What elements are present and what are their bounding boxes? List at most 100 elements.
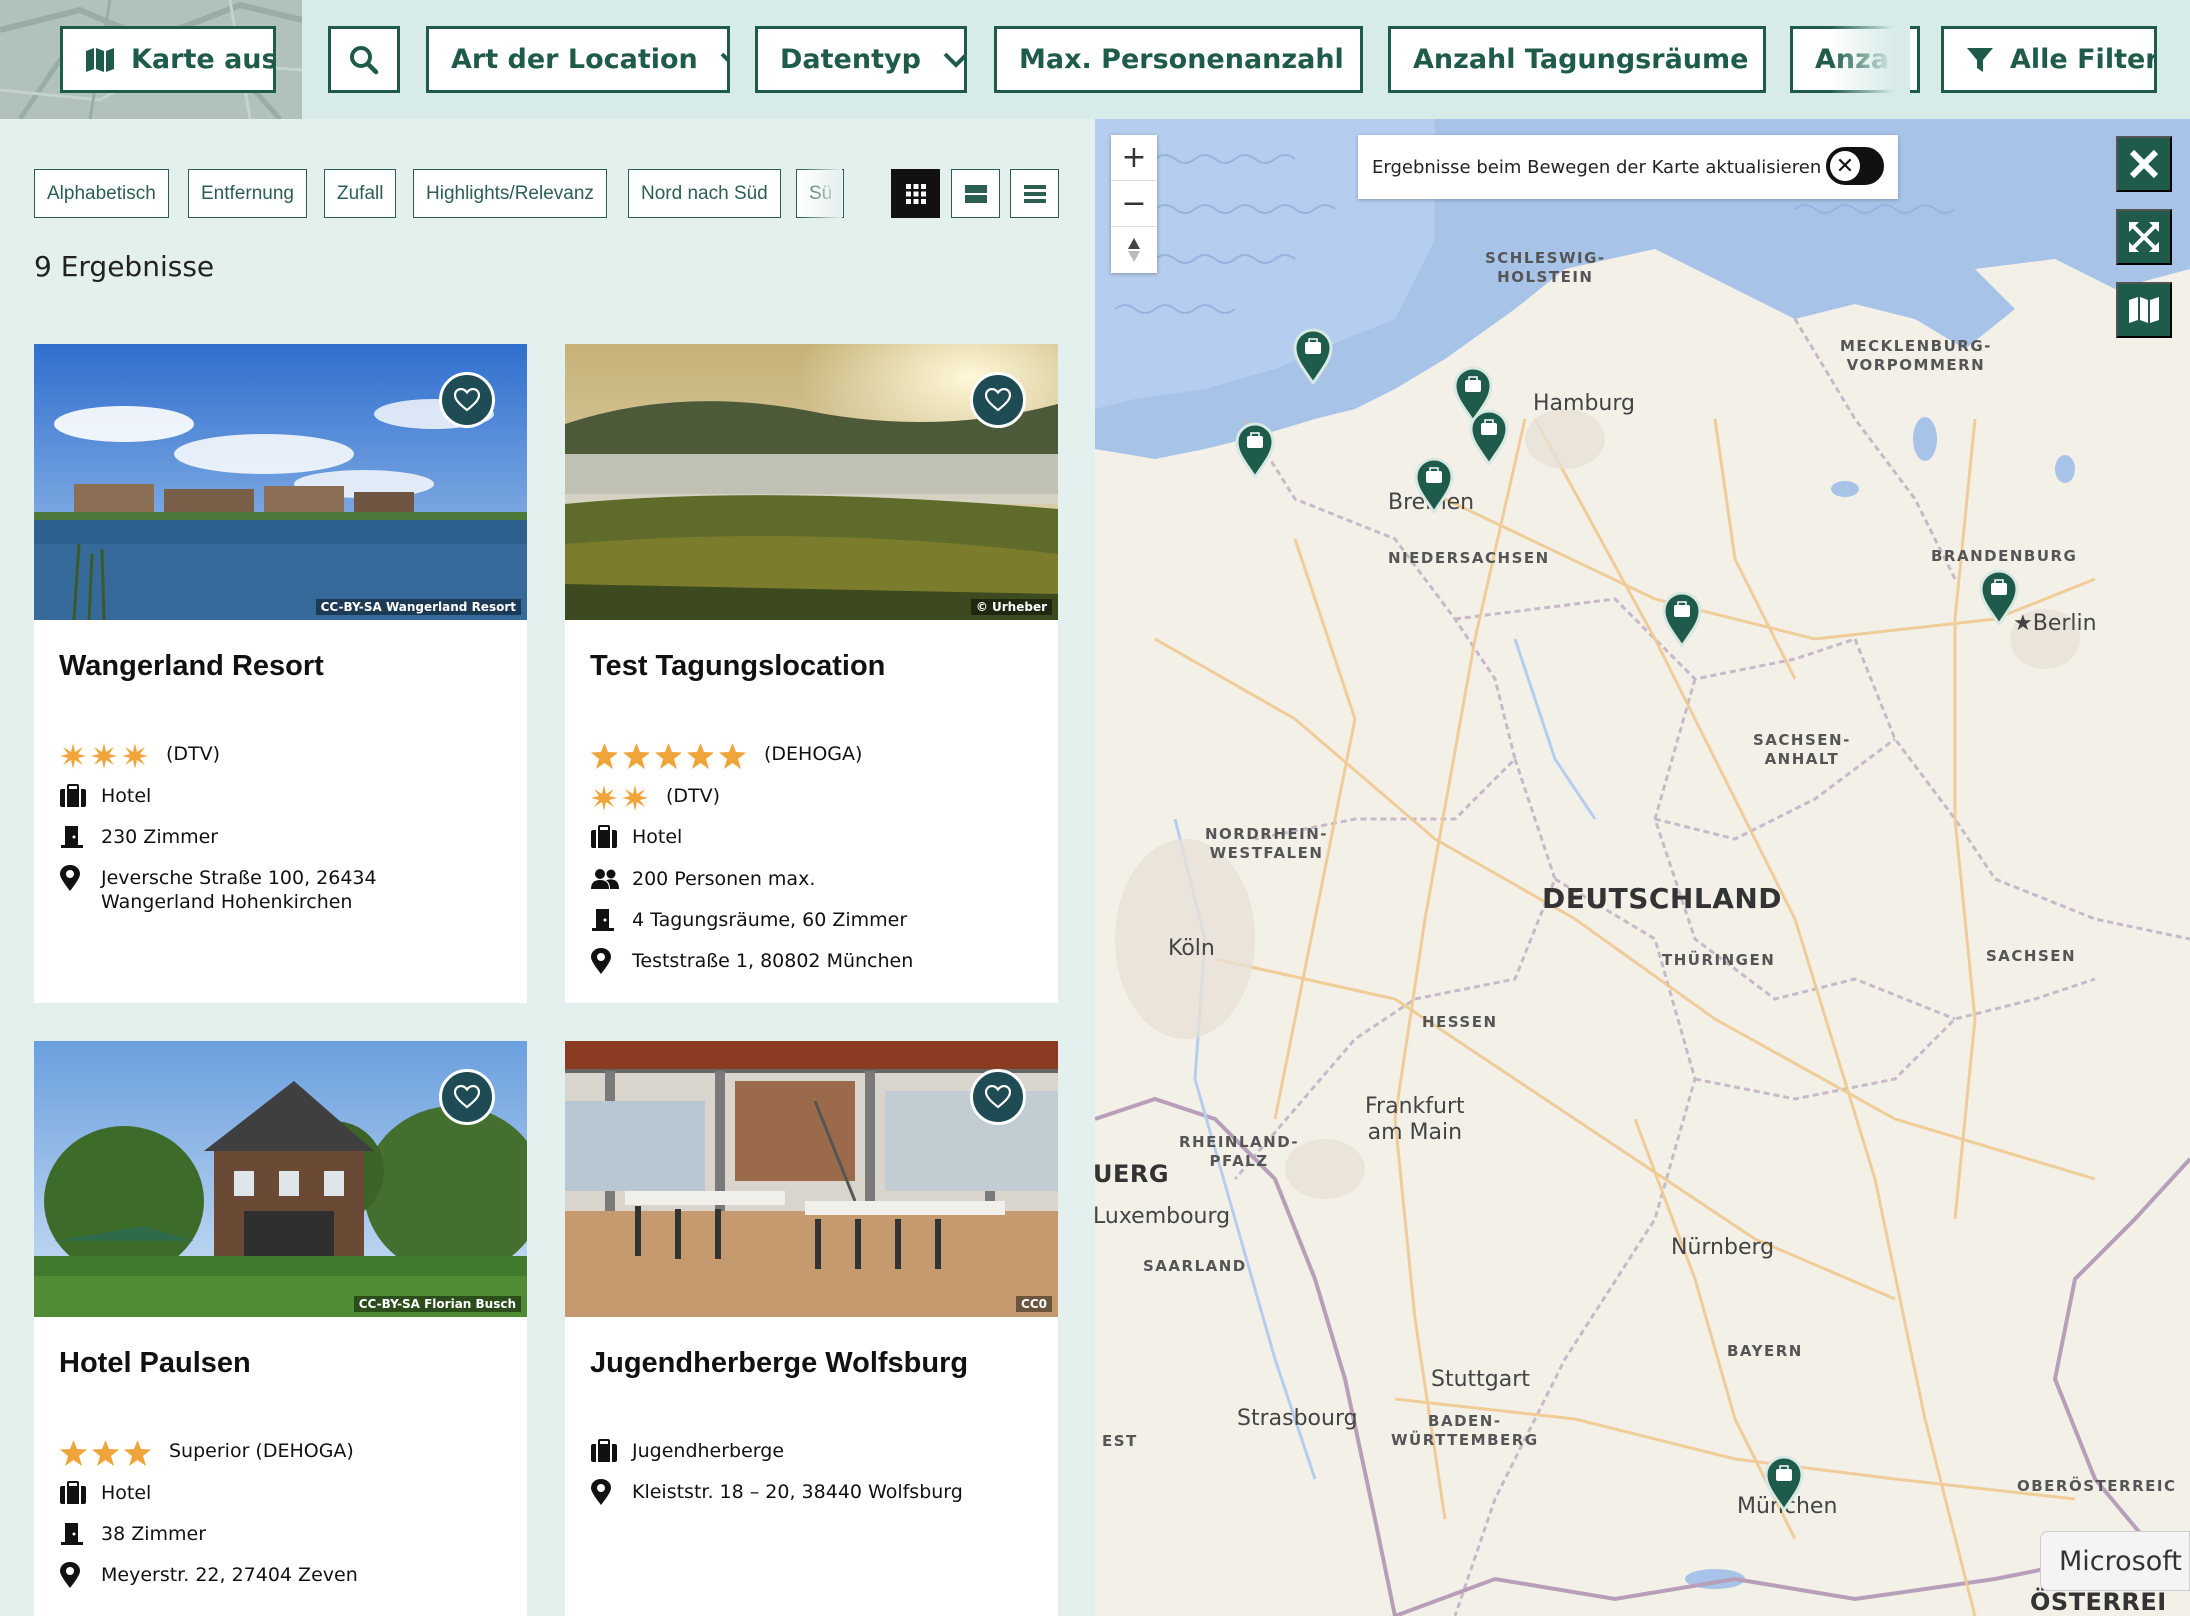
heart-icon — [454, 388, 480, 412]
close-map-button[interactable] — [2116, 136, 2172, 192]
star-icon — [719, 743, 746, 769]
location-pin-icon — [60, 865, 80, 891]
result-card[interactable]: CC-BY-SA Florian Busch Hotel Paulsen Sup… — [34, 1041, 527, 1616]
chevron-down-icon — [943, 52, 964, 68]
location-type-dropdown[interactable]: Art der Location — [426, 26, 730, 93]
view-list-compact-button[interactable] — [1010, 169, 1059, 218]
sort-scroll-fade — [800, 166, 842, 222]
result-count: 9 Ergebnisse — [34, 250, 215, 283]
map-marker-icon[interactable] — [1662, 591, 1702, 647]
map-attribution: Microsoft — [2040, 1531, 2190, 1591]
all-filters-button[interactable]: Alle Filter — [1941, 26, 2157, 93]
rating-row: (DTV) — [59, 742, 220, 770]
result-card[interactable]: CC0 Jugendherberge Wolfsburg Jugendherbe… — [565, 1041, 1058, 1616]
door-icon — [1764, 46, 1766, 74]
close-icon — [2129, 149, 2159, 179]
compass-button[interactable] — [1111, 227, 1157, 273]
star-icon — [623, 743, 650, 769]
rooms-row: 230 Zimmer — [59, 825, 218, 849]
sort-highlights[interactable]: Highlights/Relevanz — [413, 169, 607, 218]
person-icon — [1360, 45, 1363, 75]
view-list-large-button[interactable] — [951, 169, 1000, 218]
map-label-thueringen: THÜRINGEN — [1662, 951, 1776, 969]
favorite-button[interactable] — [970, 1069, 1026, 1125]
map-style-button[interactable] — [2116, 282, 2172, 338]
result-card[interactable]: © Urheber Test Tagungslocation (DEHOGA) … — [565, 344, 1058, 1003]
rating-row: Superior (DEHOGA) — [59, 1439, 354, 1467]
heart-icon — [985, 388, 1011, 412]
expand-icon — [2129, 222, 2159, 252]
door-icon — [61, 826, 83, 848]
star-icon — [60, 743, 86, 769]
map-label-koeln: Köln — [1168, 936, 1215, 961]
map-label-sachsen: SACHSEN — [1986, 947, 2077, 965]
zoom-control: + − — [1111, 135, 1157, 273]
list-compact-icon — [1023, 184, 1046, 203]
rooms-row: 38 Zimmer — [59, 1522, 206, 1546]
heart-icon — [454, 1085, 480, 1109]
fullscreen-button[interactable] — [2116, 209, 2172, 265]
meeting-rooms-filter[interactable]: Anzahl Tagungsräume — [1388, 26, 1766, 93]
map-marker-icon[interactable] — [1293, 328, 1333, 384]
map-panel[interactable]: SCHLESWIG- HOLSTEIN MECKLENBURG- VORPOMMER… — [1095, 119, 2190, 1616]
sort-random[interactable]: Zufall — [324, 169, 397, 218]
persons-row: 200 Personen max. — [590, 867, 815, 891]
map-label-schleswig-holstein: SCHLESWIG- HOLSTEIN — [1485, 249, 1606, 286]
map-base — [1095, 119, 2190, 1616]
rating-stars — [59, 1439, 155, 1467]
map-update-toggle[interactable]: ✕ — [1826, 147, 1884, 185]
search-icon — [350, 45, 379, 74]
map-label-nuernberg: Nürnberg — [1671, 1235, 1775, 1260]
star-icon — [91, 743, 117, 769]
map-update-toggle-box: Ergebnisse beim Bewegen der Karte aktual… — [1358, 135, 1898, 199]
search-button[interactable] — [328, 26, 400, 93]
map-marker-icon[interactable] — [1469, 409, 1509, 465]
card-title[interactable]: Jugendherberge Wolfsburg — [590, 1347, 968, 1380]
address-row: Kleiststr. 18 – 20, 38440 Wolfsburg — [590, 1479, 963, 1505]
view-grid-button[interactable] — [891, 169, 940, 218]
door-icon — [61, 1523, 83, 1545]
sort-alphabetical[interactable]: Alphabetisch — [34, 169, 169, 218]
map-marker-icon[interactable] — [1235, 422, 1275, 478]
image-credit: CC-BY-SA Wangerland Resort — [315, 599, 521, 615]
card-title[interactable]: Hotel Paulsen — [59, 1347, 251, 1380]
card-image: CC-BY-SA Florian Busch — [34, 1041, 527, 1317]
sort-distance[interactable]: Entfernung — [188, 169, 307, 218]
map-icon — [86, 47, 114, 72]
map-icon — [2129, 297, 2159, 323]
map-label-mecklenburg: MECKLENBURG- VORPOMMERN — [1840, 337, 1992, 374]
rating-label: (DTV) — [166, 743, 221, 765]
card-title[interactable]: Wangerland Resort — [59, 650, 324, 683]
map-marker-icon[interactable] — [1764, 1455, 1804, 1511]
map-label-niedersachsen: NIEDERSACHSEN — [1388, 549, 1550, 567]
favorite-button[interactable] — [439, 372, 495, 428]
map-toggle-button[interactable]: Karte aus — [60, 26, 276, 93]
data-type-dropdown[interactable]: Datentyp — [755, 26, 967, 93]
rating-row: (DEHOGA) — [590, 742, 862, 770]
map-marker-icon[interactable] — [1979, 569, 2019, 625]
map-label-bayern: BAYERN — [1727, 1342, 1803, 1360]
people-icon — [591, 869, 619, 889]
zoom-out-button[interactable]: − — [1111, 181, 1157, 227]
rating-label: (DTV) — [666, 785, 721, 807]
image-credit: CC0 — [1016, 1296, 1052, 1312]
map-label-oesterreich: OBERÖSTERREIC — [2017, 1477, 2177, 1495]
star-icon — [591, 785, 617, 811]
zoom-in-button[interactable]: + — [1111, 135, 1157, 181]
map-label-sachsen-anhalt: SACHSEN- ANHALT — [1753, 731, 1851, 768]
favorite-button[interactable] — [970, 372, 1026, 428]
sort-north-south[interactable]: Nord nach Süd — [628, 169, 781, 218]
map-marker-icon[interactable] — [1414, 457, 1454, 513]
type-row: Hotel — [590, 825, 682, 849]
map-label-est: EST — [1102, 1432, 1138, 1450]
card-title[interactable]: Test Tagungslocation — [590, 650, 885, 683]
star-icon — [92, 1440, 119, 1466]
star-icon — [122, 743, 148, 769]
favorite-button[interactable] — [439, 1069, 495, 1125]
rooms-row: 4 Tagungsräume, 60 Zimmer — [590, 908, 907, 932]
result-card[interactable]: CC-BY-SA Wangerland Resort Wangerland Re… — [34, 344, 527, 1003]
map-update-label: Ergebnisse beim Bewegen der Karte aktual… — [1372, 156, 1822, 178]
rating-label: (DEHOGA) — [764, 743, 863, 765]
map-label-frankfurt: Frankfurt am Main — [1365, 1094, 1465, 1145]
max-persons-filter[interactable]: Max. Personenanzahl — [994, 26, 1363, 93]
